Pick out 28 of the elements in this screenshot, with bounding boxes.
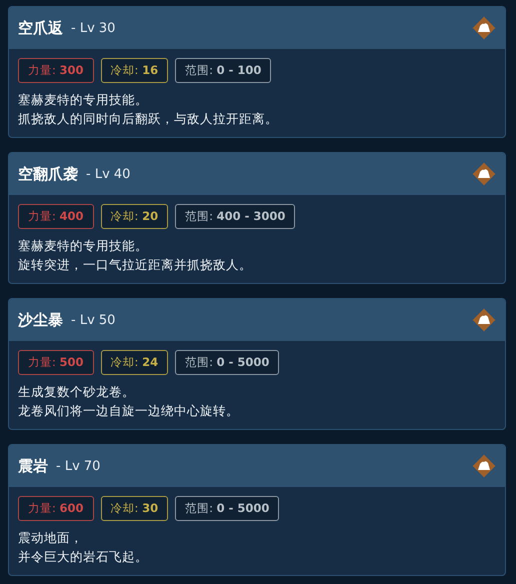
- stat-tag: 冷却: 24: [100, 350, 168, 375]
- stat-tag: 范围: 0 - 5000: [175, 496, 280, 521]
- stat-tag: 范围: 0 - 5000: [175, 350, 280, 375]
- skill-name: 空爪返: [18, 18, 63, 38]
- skill-description: 旋转突进，一口气拉近距离并抓挠敌人。: [18, 256, 253, 274]
- skill-level: - Lv 30: [71, 20, 116, 36]
- stat-tag: 冷却: 30: [100, 496, 168, 521]
- skill-description: 塞赫麦特的专用技能。: [18, 237, 149, 255]
- stat-tag: 范围: 0 - 100: [175, 58, 272, 83]
- skill-description: 抓挠敌人的同时向后翻跃，与敌人拉开距离。: [18, 110, 279, 128]
- skill-name: 震岩: [18, 456, 48, 476]
- stat-tag: 力量: 600: [18, 496, 94, 521]
- skill-description: 龙卷风们将一边自旋一边绕中心旋转。: [18, 402, 240, 420]
- stat-tag: 力量: 500: [18, 350, 94, 375]
- skill-level: - Lv 50: [71, 312, 116, 328]
- skill-description: 塞赫麦特的专用技能。: [18, 91, 149, 109]
- stat-tag: 力量: 400: [18, 204, 94, 229]
- skill-name: 空翻爪袭: [18, 164, 78, 184]
- stat-tag: 冷却: 16: [100, 58, 168, 83]
- skill-name: 沙尘暴: [18, 310, 63, 330]
- stat-tag: 范围: 400 - 3000: [175, 204, 296, 229]
- stat-tag: 冷却: 20: [100, 204, 168, 229]
- skill-description: 并令巨大的岩石飞起。: [18, 548, 149, 566]
- skill-level: - Lv 70: [56, 458, 100, 474]
- stat-tag: 力量: 300: [18, 58, 94, 83]
- skill-description: 震动地面，: [18, 529, 84, 547]
- skill-level: - Lv 40: [86, 166, 130, 182]
- skill-description: 生成复数个砂龙卷。: [18, 383, 136, 401]
